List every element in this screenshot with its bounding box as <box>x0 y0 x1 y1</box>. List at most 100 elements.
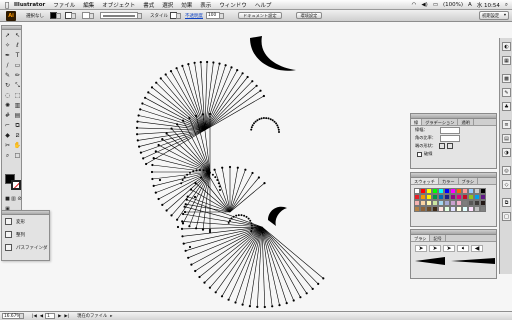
brush-arrow-5[interactable]: ◀ <box>471 245 483 252</box>
status-menu-icon[interactable]: ▸ <box>110 314 112 319</box>
lasso-tool-icon[interactable]: ℓ <box>13 41 22 50</box>
appearance-dock-icon[interactable]: ◎ <box>502 166 511 175</box>
panel-item-align[interactable]: 整列 <box>2 228 49 241</box>
stroke-none-icon[interactable] <box>11 180 21 190</box>
tab-color[interactable]: カラー <box>439 178 459 184</box>
zoom-tool-icon[interactable]: ⌕ <box>3 151 12 160</box>
graph-tool-icon[interactable]: ▥ <box>13 101 22 110</box>
tools-panel-header[interactable] <box>2 26 21 30</box>
round-cap-icon[interactable] <box>447 143 453 149</box>
spotlight-icon[interactable]: ⌕ <box>505 2 508 9</box>
slice-tool-icon[interactable]: ⧄ <box>13 131 22 140</box>
preferences-button[interactable]: 環境設定 <box>295 12 323 19</box>
brush-arrow-2[interactable]: ➤ <box>429 245 441 252</box>
apple-icon[interactable]:  <box>0 1 14 9</box>
brush-taper-2[interactable] <box>451 258 495 264</box>
paintbrush-tool-icon[interactable]: ✎ <box>3 71 12 80</box>
fill-dropdown[interactable] <box>56 12 61 19</box>
menu-help[interactable]: ヘルプ <box>255 1 272 9</box>
opacity-link[interactable]: 不透明度 <box>185 13 203 19</box>
stroke-dropdown[interactable] <box>71 12 76 19</box>
butt-cap-icon[interactable] <box>439 143 445 149</box>
stroke-weight-input[interactable] <box>440 126 460 134</box>
brush-arrow-1[interactable]: ➤ <box>415 245 427 252</box>
scissors-tool-icon[interactable]: ✂ <box>3 141 12 150</box>
warp-tool-icon[interactable]: ◌ <box>3 91 12 100</box>
last-artboard-button[interactable]: ▶| <box>64 314 69 319</box>
artboard-tool-icon[interactable]: □ <box>13 151 22 160</box>
volume-icon[interactable]: ◀) <box>421 2 427 8</box>
none-mode-icon[interactable]: ⊘ <box>15 194 24 203</box>
menu-effect[interactable]: 効果 <box>181 1 192 9</box>
rectangle-tool-icon[interactable]: ▭ <box>13 61 22 70</box>
mesh-tool-icon[interactable]: # <box>3 111 12 120</box>
pen-tool-icon[interactable]: ✒ <box>3 51 12 60</box>
brush-arrow-3[interactable]: ➤ <box>443 245 455 252</box>
scale-tool-icon[interactable]: ⤡ <box>13 81 22 90</box>
symbol-sprayer-tool-icon[interactable]: ✺ <box>3 101 12 110</box>
graphic-styles-dock-icon[interactable]: ◇ <box>502 180 511 189</box>
layers-dock-icon[interactable]: ⧉ <box>502 198 511 207</box>
workspace-switcher[interactable]: 初期設定 ▾ <box>479 11 509 20</box>
menu-type[interactable]: 書式 <box>143 1 154 9</box>
panel-item-transform[interactable]: 変形 <box>2 215 49 228</box>
gradient-dock-icon[interactable]: ▤ <box>502 134 511 143</box>
brush-dropdown[interactable] <box>137 12 142 19</box>
tab-brushes[interactable]: ブラシ <box>459 178 479 184</box>
line-tool-icon[interactable]: ∕ <box>3 61 12 70</box>
prev-artboard-button[interactable]: ◀ <box>40 314 43 319</box>
brushes-dock-icon[interactable]: ✎ <box>502 88 511 97</box>
hand-tool-icon[interactable]: ✋ <box>13 141 22 150</box>
blend-tool-icon[interactable]: ⧉ <box>13 121 22 130</box>
artboard-number-field[interactable]: 1 <box>45 313 56 319</box>
dashed-checkbox[interactable] <box>417 151 422 157</box>
stroke-dock-icon[interactable]: ≡ <box>502 120 511 129</box>
document-setup-button[interactable]: ドキュメント設定 <box>238 12 282 19</box>
black-crescent-shape[interactable] <box>250 36 296 71</box>
battery-icon[interactable]: ▭ <box>433 2 438 8</box>
transparency-dock-icon[interactable]: ◑ <box>502 148 511 157</box>
tab-gradient[interactable]: グラデーション <box>422 119 459 125</box>
brush-definition-field[interactable] <box>100 12 138 19</box>
brush-taper-1[interactable] <box>415 257 445 265</box>
clock[interactable]: 水 10:54 <box>477 1 500 9</box>
tab-stroke[interactable]: 線 <box>411 119 423 125</box>
artboards-dock-icon[interactable]: □ <box>502 212 511 221</box>
next-artboard-button[interactable]: ▶ <box>58 314 61 319</box>
style-dropdown[interactable] <box>176 12 181 19</box>
first-artboard-button[interactable]: |◀ <box>32 314 37 319</box>
panel-item-pathfinder[interactable]: パスファインダ <box>2 241 49 254</box>
menu-app-name[interactable]: Illustrator <box>14 2 45 8</box>
live-paint-tool-icon[interactable]: ◆ <box>3 131 12 140</box>
menu-view[interactable]: 表示 <box>200 1 211 9</box>
tab-symbols[interactable]: 記号 <box>430 235 446 241</box>
gradient-tool-icon[interactable]: ▤ <box>13 111 22 120</box>
opacity-field[interactable]: 100 <box>206 12 220 19</box>
eyedropper-tool-icon[interactable]: ⌐ <box>3 121 12 130</box>
magic-wand-tool-icon[interactable]: ✧ <box>3 41 12 50</box>
pencil-tool-icon[interactable]: ✏ <box>13 71 22 80</box>
color-swatch-47[interactable] <box>480 206 486 212</box>
fill-stroke-control[interactable] <box>5 174 21 190</box>
type-tool-icon[interactable]: T <box>13 51 22 60</box>
selection-tool-icon[interactable]: ➚ <box>3 31 12 40</box>
wifi-icon[interactable]: ◠ <box>412 2 417 8</box>
symbols-dock-icon[interactable]: ♣ <box>502 102 511 111</box>
zoom-field[interactable]: 16.67% <box>2 313 20 319</box>
tab-swatches[interactable]: スウォッチ <box>411 178 439 184</box>
color-panel-icon[interactable]: ◐ <box>502 42 511 51</box>
brush-arrow-4[interactable]: ➧ <box>457 245 469 252</box>
color-guide-icon[interactable]: ▦ <box>502 56 511 65</box>
zoom-dropdown[interactable] <box>19 313 24 319</box>
menu-object[interactable]: オブジェクト <box>102 1 135 9</box>
direct-selection-tool-icon[interactable]: ↖ <box>13 31 22 40</box>
miter-limit-input[interactable] <box>440 134 460 142</box>
tab-transparency[interactable]: 透明 <box>458 119 474 125</box>
input-menu-icon[interactable]: A <box>468 2 472 8</box>
menu-edit[interactable]: 編集 <box>83 1 94 9</box>
swatches-dock-icon[interactable]: ▩ <box>502 74 511 83</box>
menu-select[interactable]: 選択 <box>162 1 173 9</box>
free-transform-tool-icon[interactable]: ⬚ <box>13 91 22 100</box>
rotate-tool-icon[interactable]: ↻ <box>3 81 12 90</box>
menu-window[interactable]: ウィンドウ <box>219 1 247 9</box>
